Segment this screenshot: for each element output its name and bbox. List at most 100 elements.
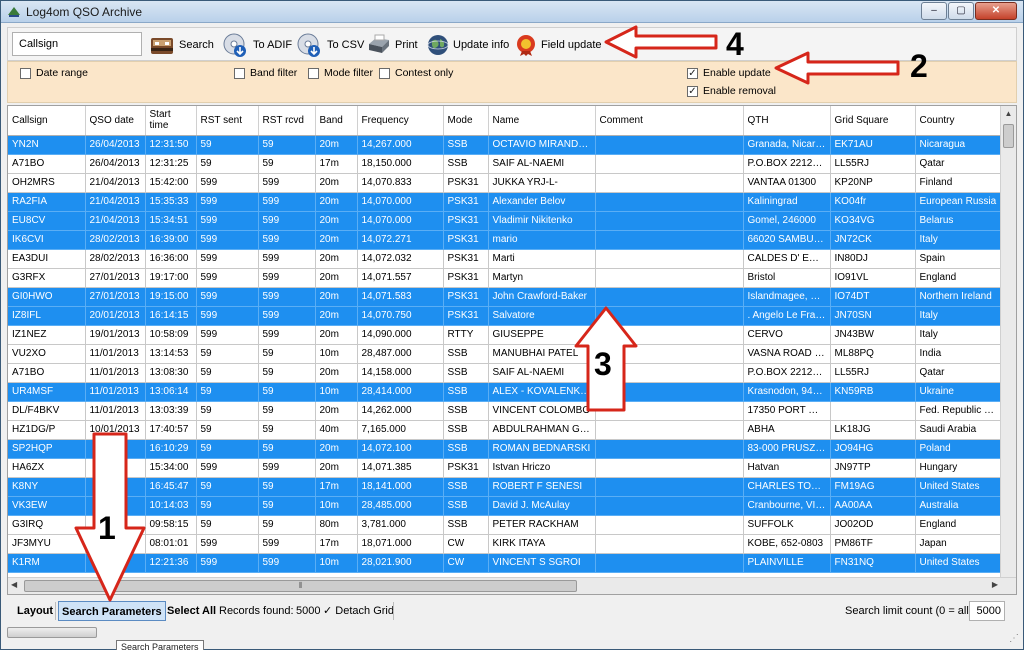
cell-name[interactable]: GIUSEPPE — [488, 325, 596, 345]
cell-band[interactable]: 17m — [315, 477, 358, 497]
table-row[interactable]: HZ1DG/P 10/01/2013 17:40:57 59 59 40m 7,165.00… — [8, 420, 1002, 440]
cell-callsign[interactable]: IZ8IFL — [8, 306, 86, 326]
cell-grid[interactable]: LL55RJ — [830, 154, 916, 174]
cell-mode[interactable]: SSB — [443, 477, 489, 497]
cell-country[interactable]: Ukraine — [915, 382, 1002, 402]
table-row[interactable]: UR4MSF 11/01/2013 13:06:14 59 59 10m 28,414.00… — [8, 382, 1002, 402]
cell-name[interactable]: ROBERT F SENESI — [488, 477, 596, 497]
cell-mode[interactable]: SSB — [443, 439, 489, 459]
cell-start[interactable]: 16:10:29 — [145, 439, 197, 459]
cell-country[interactable]: Belarus — [915, 211, 1002, 231]
mode-filter-checkbox[interactable]: Mode filter — [308, 67, 373, 79]
cell-start[interactable]: 16:14:15 — [145, 306, 197, 326]
cell-name[interactable]: MANUBHAI PATEL — [488, 344, 596, 364]
band-filter-checkbox[interactable]: Band filter — [234, 67, 297, 79]
cell-grid[interactable]: FM19AG — [830, 477, 916, 497]
callsign-input[interactable]: Callsign — [12, 32, 142, 56]
cell-callsign[interactable]: HZ1DG/P — [8, 420, 86, 440]
cell-date[interactable]: 26/04/2013 — [85, 135, 146, 155]
cell-mode[interactable]: SSB — [443, 382, 489, 402]
table-row[interactable]: G3RFX 27/01/2013 19:17:00 599 599 20m 14,071.5… — [8, 268, 1002, 288]
cell-rst-rcvd[interactable]: 599 — [258, 534, 316, 554]
cell-start[interactable]: 13:14:53 — [145, 344, 197, 364]
cell-rst-sent[interactable]: 599 — [196, 249, 259, 269]
cell-start[interactable]: 09:58:15 — [145, 515, 197, 535]
cell-date[interactable] — [85, 553, 146, 573]
cell-freq[interactable]: 14,267.000 — [357, 135, 444, 155]
table-row[interactable]: K1RM 12:21:36 599 599 10m 28,021.900 CW VINCENT… — [8, 553, 1002, 573]
cell-mode[interactable]: SSB — [443, 496, 489, 516]
cell-rst-sent[interactable]: 599 — [196, 553, 259, 573]
cell-qth[interactable]: Bristol — [743, 268, 831, 288]
maximize-button[interactable]: ▢ — [948, 2, 974, 20]
cell-band[interactable]: 20m — [315, 439, 358, 459]
column-header-date[interactable]: QSO date — [85, 106, 146, 136]
column-header-mode[interactable]: Mode — [443, 106, 489, 136]
minimize-button[interactable]: – — [921, 2, 947, 20]
cell-country[interactable]: European Russia — [915, 192, 1002, 212]
splitter-handle[interactable] — [7, 627, 97, 638]
scroll-right-icon[interactable]: ▶ — [992, 580, 998, 589]
field-update-button[interactable]: Field update — [514, 31, 602, 59]
cell-qth[interactable]: KOBE, 652-0803 — [743, 534, 831, 554]
cell-grid[interactable]: FN31NQ — [830, 553, 916, 573]
horizontal-scrollbar[interactable]: ◀ ⦀ ▶ — [8, 577, 1016, 594]
cell-callsign[interactable]: GI0HWO — [8, 287, 86, 307]
cell-country[interactable]: Finland — [915, 173, 1002, 193]
cell-rst-rcvd[interactable]: 599 — [258, 192, 316, 212]
cell-rst-rcvd[interactable]: 599 — [258, 211, 316, 231]
cell-rst-sent[interactable]: 59 — [196, 420, 259, 440]
cell-rst-sent[interactable]: 599 — [196, 173, 259, 193]
cell-grid[interactable]: KO04fr — [830, 192, 916, 212]
cell-qth[interactable]: CALDES D' EST... — [743, 249, 831, 269]
cell-rst-rcvd[interactable]: 599 — [258, 249, 316, 269]
cell-comment[interactable] — [595, 363, 744, 383]
cell-start[interactable]: 08:01:01 — [145, 534, 197, 554]
cell-rst-sent[interactable]: 59 — [196, 496, 259, 516]
select-all-button[interactable]: Select All — [167, 601, 216, 621]
cell-band[interactable]: 20m — [315, 192, 358, 212]
cell-grid[interactable]: ML88PQ — [830, 344, 916, 364]
cell-freq[interactable]: 14,070.000 — [357, 192, 444, 212]
cell-band[interactable]: 20m — [315, 306, 358, 326]
cell-rst-sent[interactable]: 599 — [196, 230, 259, 250]
cell-date[interactable]: 11/01/2013 — [85, 382, 146, 402]
cell-qth[interactable]: PLAINVILLE — [743, 553, 831, 573]
cell-qth[interactable]: Kaliningrad — [743, 192, 831, 212]
cell-rst-rcvd[interactable]: 599 — [258, 173, 316, 193]
cell-freq[interactable]: 28,414.000 — [357, 382, 444, 402]
cell-rst-rcvd[interactable]: 599 — [258, 325, 316, 345]
scroll-up-icon[interactable]: ▲ — [1001, 106, 1016, 122]
table-row[interactable]: OH2MRS 21/04/2013 15:42:00 599 599 20m 14,070.… — [8, 173, 1002, 193]
cell-country[interactable]: England — [915, 515, 1002, 535]
cell-rst-sent[interactable]: 59 — [196, 135, 259, 155]
cell-start[interactable]: 12:21:36 — [145, 553, 197, 573]
cell-comment[interactable] — [595, 287, 744, 307]
cell-name[interactable]: SAIF AL-NAEMI — [488, 363, 596, 383]
cell-name[interactable]: ABDULRAHMAN G.A... — [488, 420, 596, 440]
cell-comment[interactable] — [595, 477, 744, 497]
column-header-freq[interactable]: Frequency — [357, 106, 444, 136]
cell-rst-sent[interactable]: 59 — [196, 363, 259, 383]
cell-name[interactable]: David J. McAulay — [488, 496, 596, 516]
cell-freq[interactable]: 14,070.750 — [357, 306, 444, 326]
cell-date[interactable]: 20/01/2013 — [85, 306, 146, 326]
cell-comment[interactable] — [595, 135, 744, 155]
to-csv-button[interactable]: To CSV — [296, 31, 364, 59]
cell-date[interactable]: 11/01/2013 — [85, 363, 146, 383]
cell-rst-rcvd[interactable]: 59 — [258, 496, 316, 516]
cell-comment[interactable] — [595, 515, 744, 535]
detach-grid-checkbox[interactable]: ✓ Detach Grid — [323, 601, 394, 621]
cell-mode[interactable]: PSK31 — [443, 173, 489, 193]
cell-rst-sent[interactable]: 599 — [196, 192, 259, 212]
cell-grid[interactable]: JO94HG — [830, 439, 916, 459]
column-header-callsign[interactable]: Callsign — [8, 106, 86, 136]
vertical-scrollbar[interactable]: ▲ — [1000, 106, 1016, 578]
cell-qth[interactable]: 66020 SAMBUC... — [743, 230, 831, 250]
cell-freq[interactable]: 14,158.000 — [357, 363, 444, 383]
cell-start[interactable]: 10:58:09 — [145, 325, 197, 345]
cell-mode[interactable]: PSK31 — [443, 458, 489, 478]
cell-country[interactable]: Spain — [915, 249, 1002, 269]
cell-qth[interactable]: Krasnodon, 9444... — [743, 382, 831, 402]
cell-start[interactable]: 12:31:25 — [145, 154, 197, 174]
